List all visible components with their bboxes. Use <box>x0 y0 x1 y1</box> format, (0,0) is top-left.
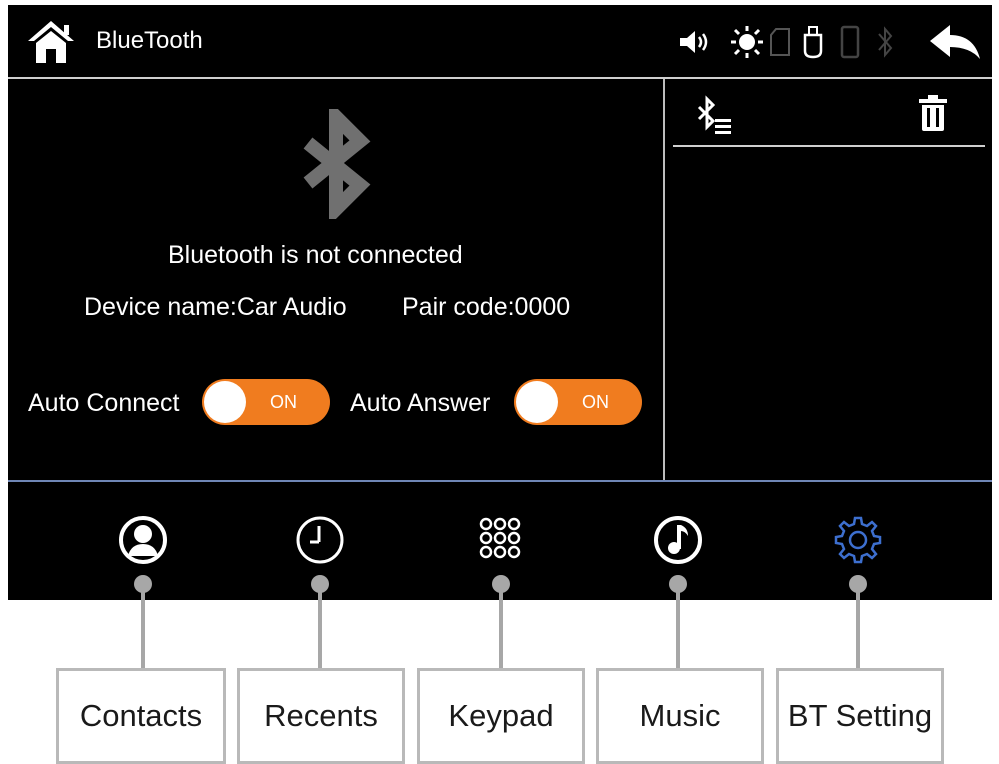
usb-icon <box>802 25 824 59</box>
connection-panel: Bluetooth is not connected Device name:C… <box>8 79 663 480</box>
back-arrow-icon[interactable] <box>926 23 982 63</box>
toggle-knob <box>204 381 246 423</box>
recents-callout: Recents <box>237 668 405 764</box>
bt-setting-pointer-dot <box>849 575 867 593</box>
paired-devices-panel <box>665 79 992 480</box>
list-header-divider <box>673 145 985 147</box>
bt-setting-connector <box>856 583 860 670</box>
clock-icon <box>296 516 344 564</box>
brightness-icon <box>730 25 764 59</box>
contacts-button[interactable] <box>113 510 173 570</box>
auto-connect-label: Auto Connect <box>28 389 180 417</box>
bottom-nav-divider <box>8 480 992 482</box>
music-note-icon <box>654 516 702 564</box>
keypad-pointer-dot <box>492 575 510 593</box>
auto-answer-label: Auto Answer <box>350 389 491 417</box>
keypad-button[interactable] <box>470 510 530 570</box>
sd-card-icon <box>768 27 792 57</box>
toggle-state: ON <box>270 392 297 412</box>
bluetooth-list-icon[interactable] <box>695 95 735 135</box>
phone-icon <box>840 25 860 59</box>
trash-icon[interactable] <box>917 93 949 133</box>
auto-answer-toggle[interactable]: ON <box>514 379 642 425</box>
keypad-icon <box>479 517 521 559</box>
recents-pointer-dot <box>311 575 329 593</box>
contacts-icon <box>119 516 167 564</box>
bluetooth-screen: BlueTooth Bluetooth is not connected Dev… <box>8 5 992 600</box>
gear-icon <box>834 516 882 564</box>
recents-connector <box>318 583 322 670</box>
bt-setting-callout: BT Setting <box>776 668 944 764</box>
device-name-text: Device name:Car Audio <box>84 293 347 321</box>
music-callout: Music <box>596 668 764 764</box>
keypad-callout: Keypad <box>417 668 585 764</box>
pair-code-text: Pair code:0000 <box>402 293 571 321</box>
music-pointer-dot <box>669 575 687 593</box>
contacts-connector <box>141 583 145 670</box>
contacts-pointer-dot <box>134 575 152 593</box>
top-bar: BlueTooth <box>8 5 992 79</box>
home-icon[interactable] <box>26 19 76 65</box>
music-connector <box>676 583 680 670</box>
contacts-callout: Contacts <box>56 668 226 764</box>
toggle-knob <box>516 381 558 423</box>
music-button[interactable] <box>648 510 708 570</box>
bt-setting-button[interactable] <box>828 510 888 570</box>
recents-button[interactable] <box>290 510 350 570</box>
speaker-icon <box>678 29 712 55</box>
app-title: BlueTooth <box>96 27 203 54</box>
toggle-state: ON <box>582 392 609 412</box>
bluetooth-status-icon <box>876 25 894 59</box>
auto-connect-toggle[interactable]: ON <box>202 379 330 425</box>
bluetooth-large-icon <box>298 100 374 226</box>
connection-status-text: Bluetooth is not connected <box>168 241 463 269</box>
keypad-connector <box>499 583 503 670</box>
